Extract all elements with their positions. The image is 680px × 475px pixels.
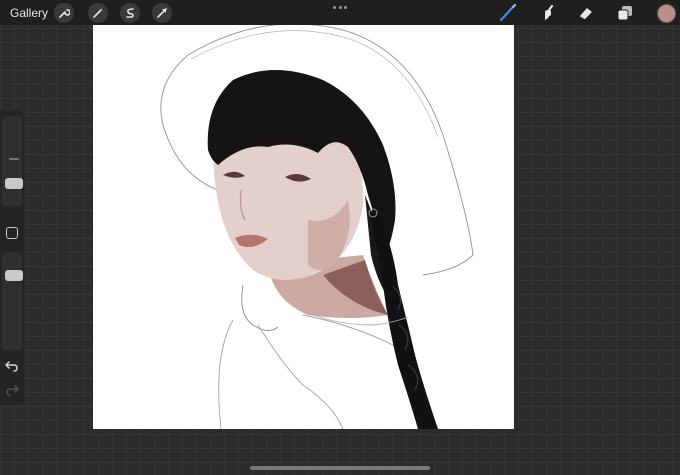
left-sidebar	[0, 110, 24, 405]
undo-icon[interactable]	[5, 360, 19, 372]
more-options-button[interactable]	[333, 6, 347, 10]
color-picker-button[interactable]	[657, 4, 676, 23]
adjustments-button[interactable]	[88, 3, 108, 23]
brush-size-slider[interactable]	[2, 116, 23, 206]
brush-icon	[499, 4, 517, 22]
smudge-icon	[545, 4, 554, 20]
home-indicator	[250, 466, 430, 470]
brush-size-thumb[interactable]	[5, 178, 23, 189]
redo-icon[interactable]	[5, 384, 19, 396]
top-toolbar: Gallery	[0, 0, 680, 25]
transform-button[interactable]	[152, 3, 172, 23]
dot-icon	[344, 6, 347, 9]
eraser-icon	[579, 8, 592, 20]
opacity-thumb[interactable]	[5, 270, 23, 281]
dot-icon	[338, 6, 342, 9]
slider-tick	[9, 158, 19, 160]
dot-icon	[333, 6, 336, 9]
selection-icon	[126, 8, 134, 18]
gallery-button[interactable]: Gallery	[10, 6, 48, 20]
smudge-button[interactable]	[537, 3, 557, 23]
wrench-icon	[59, 9, 70, 18]
portrait-artwork	[160, 25, 474, 429]
actions-button[interactable]	[54, 3, 74, 23]
layers-button[interactable]	[615, 3, 635, 23]
modify-button[interactable]	[6, 227, 18, 239]
eraser-button[interactable]	[576, 3, 596, 23]
selection-button[interactable]	[120, 3, 140, 23]
transform-icon	[157, 8, 167, 18]
opacity-slider[interactable]	[2, 252, 23, 350]
brush-button[interactable]	[498, 3, 518, 23]
layers-icon	[617, 6, 632, 21]
magic-wand-icon	[93, 8, 103, 18]
drawing-canvas[interactable]	[93, 25, 514, 429]
